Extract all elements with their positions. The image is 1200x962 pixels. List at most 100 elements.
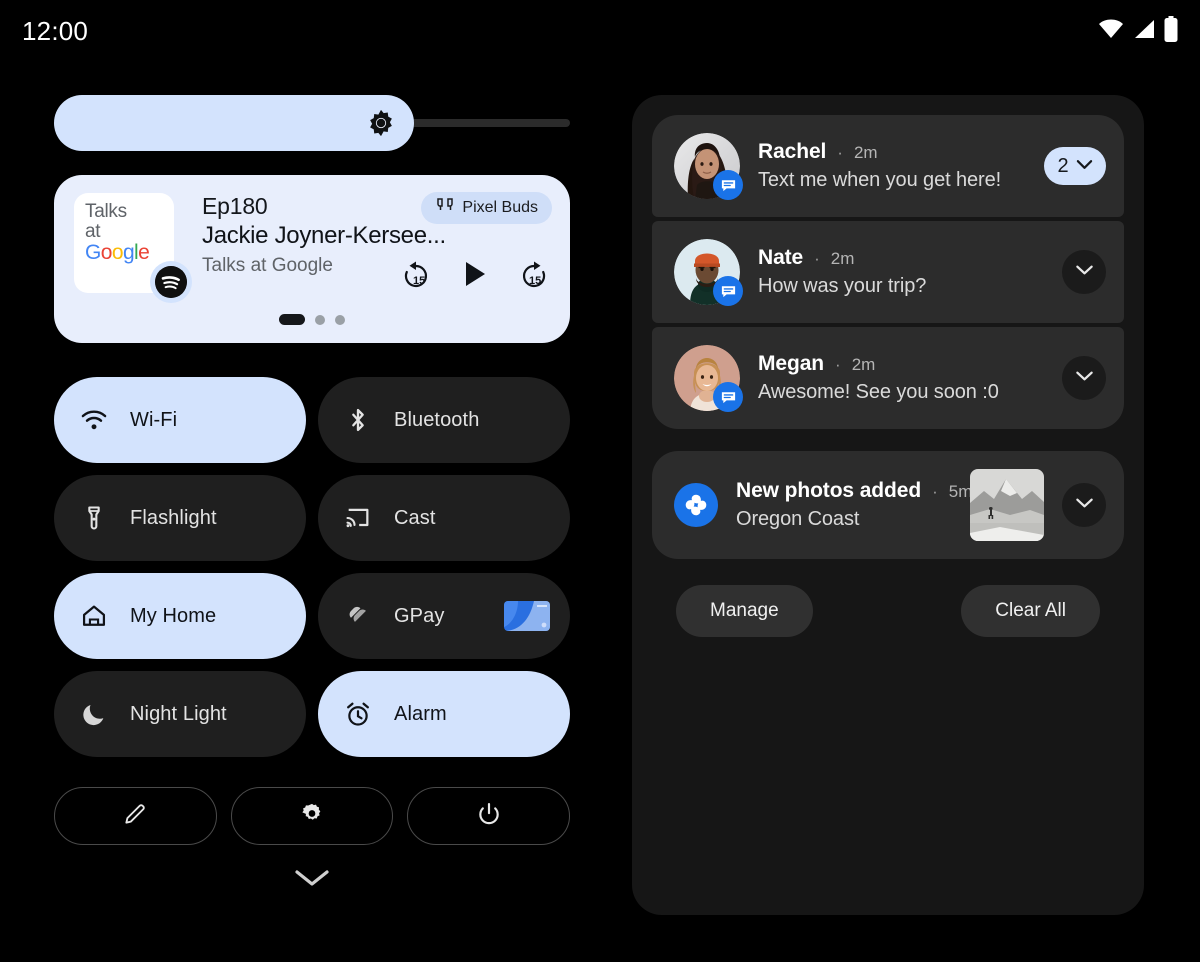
- tile-label: Cast: [394, 506, 436, 529]
- chevron-down-icon: [1075, 496, 1094, 514]
- tile-flashlight[interactable]: Flashlight: [54, 475, 306, 561]
- edit-button[interactable]: [54, 787, 217, 845]
- notification-actions: Manage Clear All: [652, 559, 1124, 637]
- clear-all-button[interactable]: Clear All: [961, 585, 1100, 637]
- notification-panel: Rachel · 2m Text me when you get here! 2: [632, 95, 1144, 915]
- notification-header: New photos added · 5m: [736, 479, 978, 503]
- notification-expand-button[interactable]: [1062, 250, 1106, 294]
- notification-expand-button[interactable]: [1062, 356, 1106, 400]
- notification-expand-button[interactable]: [1062, 483, 1106, 527]
- messages-icon: [713, 170, 743, 200]
- brightness-slider[interactable]: [54, 95, 570, 151]
- battery-icon: [1164, 15, 1178, 47]
- forward-15-icon[interactable]: 15: [518, 259, 550, 294]
- tile-label: Flashlight: [130, 506, 217, 529]
- album-art-wrapper: Talks at Google: [74, 193, 192, 303]
- quick-settings-screen: 12:00 Talks at Google Ep180 Jackie Joyne…: [0, 0, 1200, 962]
- notification-separator: ·: [837, 143, 843, 162]
- media-title: Jackie Joyner-Kersee...: [202, 222, 446, 249]
- brightness-fill: [54, 95, 414, 151]
- tile-gpay[interactable]: GPay: [318, 573, 570, 659]
- notification-message: How was your trip?: [758, 275, 927, 297]
- tile-cast[interactable]: Cast: [318, 475, 570, 561]
- notification-body: Rachel · 2m Text me when you get here!: [758, 140, 1026, 192]
- album-art-line-2: at: [85, 221, 101, 243]
- notification-header: Rachel · 2m: [758, 140, 1026, 164]
- tile-wifi[interactable]: Wi-Fi: [54, 377, 306, 463]
- notification-megan[interactable]: Megan · 2m Awesome! See you soon :0: [652, 327, 1124, 429]
- google-photos-icon: [674, 483, 718, 527]
- chevron-down-icon: [292, 867, 332, 894]
- status-clock: 12:00: [22, 15, 89, 46]
- tile-label: My Home: [130, 604, 217, 627]
- notification-sender: Rachel: [758, 140, 827, 163]
- cellular-signal-icon: [1133, 19, 1155, 44]
- home-icon: [80, 602, 108, 630]
- power-button[interactable]: [407, 787, 571, 845]
- tile-night-light[interactable]: Night Light: [54, 671, 306, 757]
- notification-header: Megan · 2m: [758, 352, 1044, 376]
- messages-icon: [713, 276, 743, 306]
- status-icon-group: [1098, 15, 1178, 47]
- tile-label: Bluetooth: [394, 408, 480, 431]
- notification-group-count-chip[interactable]: 2: [1044, 147, 1106, 185]
- chevron-down-icon: [1075, 263, 1094, 281]
- notification-google-photos[interactable]: New photos added · 5m Oregon Coast: [652, 451, 1124, 559]
- avatar: [674, 239, 743, 306]
- notification-title: New photos added: [736, 479, 922, 502]
- tile-alarm[interactable]: Alarm: [318, 671, 570, 757]
- pager-dot[interactable]: [335, 314, 345, 325]
- tile-label: Night Light: [130, 702, 227, 725]
- manage-button[interactable]: Manage: [676, 585, 813, 637]
- tile-label: Alarm: [394, 702, 447, 725]
- pager-dot-active[interactable]: [279, 314, 305, 325]
- cast-icon: [344, 504, 372, 532]
- earbuds-icon: [435, 197, 455, 219]
- media-output-label: Pixel Buds: [462, 199, 538, 216]
- alarm-icon: [344, 700, 372, 728]
- gear-icon: [299, 801, 325, 832]
- tile-my-home[interactable]: My Home: [54, 573, 306, 659]
- chevron-down-icon: [1076, 157, 1093, 175]
- notification-rachel[interactable]: Rachel · 2m Text me when you get here! 2: [652, 115, 1124, 217]
- collapse-shade-handle[interactable]: [54, 867, 570, 894]
- wifi-icon: [80, 406, 108, 434]
- media-player-card[interactable]: Talks at Google Ep180 Jackie Joyner-Kers…: [54, 175, 570, 343]
- shade-columns: Talks at Google Ep180 Jackie Joyner-Kers…: [0, 62, 1200, 962]
- notification-header: Nate · 2m: [758, 246, 1044, 270]
- notifications-column: Rachel · 2m Text me when you get here! 2: [624, 62, 1200, 962]
- album-art-line-3: Google: [85, 241, 150, 265]
- notification-time: 2m: [853, 143, 878, 162]
- play-icon[interactable]: [462, 259, 488, 294]
- conversation-notification-group: Rachel · 2m Text me when you get here! 2: [652, 115, 1124, 429]
- media-pager: [279, 314, 345, 325]
- tile-label: GPay: [394, 604, 445, 627]
- notification-message: Text me when you get here!: [758, 169, 1002, 191]
- media-output-chip[interactable]: Pixel Buds: [421, 192, 552, 224]
- messages-icon: [713, 382, 743, 412]
- payment-card-thumbnail: [504, 601, 550, 631]
- tile-label: Wi-Fi: [130, 408, 178, 431]
- notification-separator: ·: [814, 249, 820, 268]
- quick-settings-column: Talks at Google Ep180 Jackie Joyner-Kers…: [0, 62, 624, 962]
- power-icon: [476, 801, 502, 832]
- notification-time: 2m: [851, 355, 876, 374]
- notification-message: Awesome! See you soon :0: [758, 381, 999, 403]
- notification-nate[interactable]: Nate · 2m How was your trip?: [652, 221, 1124, 323]
- group-count: 2: [1057, 154, 1069, 177]
- settings-button[interactable]: [230, 787, 394, 845]
- notification-subtitle: Oregon Coast: [736, 508, 860, 530]
- replay-15-icon[interactable]: 15: [400, 259, 432, 294]
- svg-text:15: 15: [529, 275, 541, 287]
- quick-settings-footer: [54, 787, 571, 845]
- clear-all-label: Clear All: [995, 600, 1066, 621]
- notification-body: Nate · 2m How was your trip?: [758, 246, 1044, 298]
- media-controls: 15 15: [400, 259, 550, 294]
- moon-icon: [80, 700, 108, 728]
- notification-sender: Megan: [758, 352, 825, 375]
- album-art-line-1: Talks: [85, 201, 127, 222]
- media-info: Ep180 Jackie Joyner-Kersee... Talks at G…: [174, 192, 552, 343]
- tile-bluetooth[interactable]: Bluetooth: [318, 377, 570, 463]
- pager-dot[interactable]: [315, 314, 325, 325]
- notification-sender: Nate: [758, 246, 804, 269]
